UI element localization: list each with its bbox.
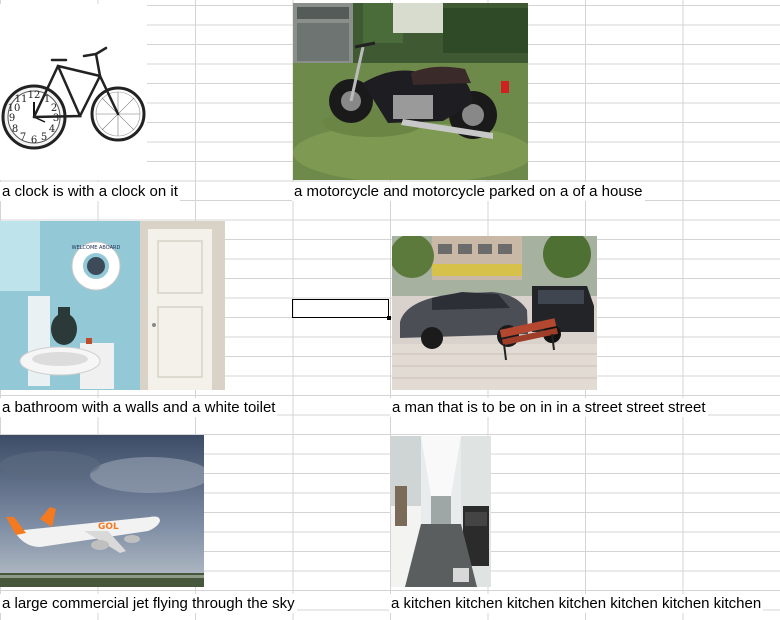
clock-bicycle-picture: 12 12 345 678 91011 (0, 4, 147, 180)
svg-text:11: 11 (15, 94, 28, 105)
airplane-picture: GOL (0, 435, 204, 587)
svg-text:6: 6 (31, 135, 37, 146)
street-car-image[interactable] (392, 236, 597, 390)
caption-street: a man that is to be on in in a street st… (390, 398, 708, 417)
fill-handle[interactable] (387, 316, 391, 320)
kitchen-image[interactable] (391, 436, 491, 587)
clock-bicycle-image[interactable]: 12 1 2 345 678 9 10 11 (0, 4, 147, 180)
kitchen-picture (391, 436, 491, 587)
lifebuoy-label: WELCOME ABOARD (72, 245, 121, 251)
motorcycle-image[interactable] (293, 3, 528, 180)
caption-motorcycle: a motorcycle and motorcycle parked on a … (292, 182, 645, 201)
svg-text:12: 12 (28, 90, 41, 101)
selected-cell-cursor[interactable] (292, 299, 391, 320)
street-car-picture (392, 236, 597, 390)
airplane-image[interactable]: GOL (0, 435, 204, 587)
svg-text:8: 8 (12, 124, 18, 135)
caption-airplane: a large commercial jet flying through th… (0, 594, 297, 613)
svg-text:7: 7 (20, 132, 26, 143)
svg-text:3: 3 (53, 113, 59, 124)
motorcycle-picture (293, 3, 528, 180)
spreadsheet-grid[interactable]: 12 1 2 345 678 9 10 11 a clock is with a… (0, 0, 780, 620)
caption-bathroom: a bathroom with a walls and a white toil… (0, 398, 278, 417)
caption-clock: a clock is with a clock on it (0, 182, 180, 201)
caption-kitchen: a kitchen kitchen kitchen kitchen kitche… (389, 594, 764, 613)
bathroom-image[interactable]: WELCOME ABOARD (0, 221, 225, 390)
svg-text:4: 4 (49, 124, 55, 135)
bathroom-picture: WELCOME ABOARD (0, 221, 225, 390)
svg-text:5: 5 (41, 132, 47, 143)
svg-text:9: 9 (9, 113, 15, 124)
plane-livery: GOL (98, 522, 119, 532)
